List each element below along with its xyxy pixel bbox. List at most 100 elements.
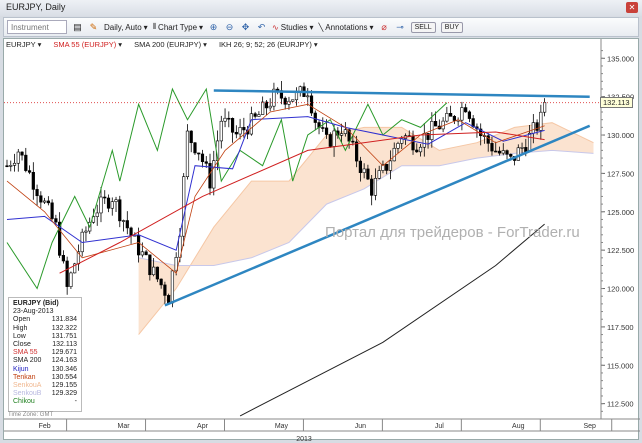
info-value: 131.751 <box>51 332 77 340</box>
chevron-down-icon: ▾ <box>143 22 148 32</box>
buy-button[interactable]: BUY <box>440 21 464 33</box>
candle-body <box>445 113 449 122</box>
chevron-down-icon[interactable]: ▾ <box>38 40 42 49</box>
draw-icon[interactable]: ✎ <box>88 22 99 33</box>
candle-body <box>110 201 114 209</box>
zoom-in-icon[interactable]: ⊕ <box>208 22 219 33</box>
candle-body <box>294 91 299 101</box>
indicator-2[interactable]: SMA 200 (EURJPY) <box>134 40 201 49</box>
chevron-down-icon[interactable]: ▾ <box>314 40 318 49</box>
x-tick-label: May <box>275 423 289 430</box>
candle-body <box>42 200 47 203</box>
y-tick-label: 112.500 <box>607 400 634 409</box>
candle-body <box>531 122 535 134</box>
info-value: 131.834 <box>51 316 77 324</box>
candle-body <box>449 113 453 117</box>
eraser-icon[interactable]: ⌀ <box>379 22 390 33</box>
candle-body <box>84 230 88 233</box>
line-icon: ╲ <box>318 22 324 32</box>
candle-body <box>351 140 355 143</box>
candle-body <box>520 147 524 149</box>
candle-body <box>12 162 17 166</box>
candle-body <box>467 111 472 119</box>
candle-body <box>415 149 419 153</box>
candle-body <box>223 117 227 122</box>
info-row: Chikou - <box>13 398 77 406</box>
candle-body <box>460 107 464 121</box>
info-value: 132.113 <box>52 341 77 349</box>
indicator-0[interactable]: EURJPY <box>6 40 36 49</box>
candle-body <box>103 196 107 199</box>
candle-body <box>114 199 118 202</box>
current-price-label: 132.113 <box>600 96 633 108</box>
candle-body <box>490 143 494 152</box>
window-title: EURJPY, Daily <box>6 2 66 12</box>
indicator-3[interactable]: IKH 26; 9; 52; 26 (EURJPY) <box>219 40 312 49</box>
candle-body <box>152 266 156 276</box>
candle-body <box>396 143 400 149</box>
candle-body <box>24 154 28 171</box>
sell-button[interactable]: SELL <box>410 21 436 33</box>
info-value: 129.671 <box>51 349 77 357</box>
candle-body <box>516 147 520 161</box>
instrument-lookup-icon[interactable]: ▤ <box>72 22 83 33</box>
candle-body <box>343 129 347 134</box>
candle-body <box>212 160 216 189</box>
candle-body <box>16 151 20 164</box>
pin-icon[interactable]: ⊸ <box>395 22 406 33</box>
candle-body <box>219 120 223 142</box>
y-tick-label: 130.000 <box>607 131 634 140</box>
info-value: 124.163 <box>51 357 77 365</box>
timezone-label: Time Zone: GMT <box>8 412 54 418</box>
close-icon[interactable]: ✕ <box>626 2 638 13</box>
zoom-out-icon[interactable]: ⊖ <box>224 22 235 33</box>
candle-body <box>50 202 54 219</box>
candle-body <box>61 255 65 262</box>
candle-body <box>283 97 287 105</box>
candle-body <box>501 150 505 154</box>
indicator-1[interactable]: SMA 55 (EURJPY) <box>53 40 116 49</box>
candle-body <box>27 170 32 173</box>
candle-body <box>411 135 415 151</box>
instrument-input[interactable] <box>7 20 67 34</box>
watermark: Портал для трейдеров - ForTrader.ru <box>325 224 580 241</box>
y-tick-label: 127.500 <box>607 169 634 178</box>
indicator-legend: EURJPY ▾ SMA 55 (EURJPY) ▾ SMA 200 (EURJPY… <box>6 40 318 49</box>
candle-body <box>95 212 99 217</box>
undo-icon[interactable]: ↶ <box>256 22 267 33</box>
chevron-down-icon: ▾ <box>369 22 374 32</box>
period-dropdown[interactable]: Daily, Auto ▾ <box>104 23 148 32</box>
candle-body <box>148 254 152 276</box>
candle-body <box>509 153 513 157</box>
resistance-trendline <box>213 89 590 98</box>
chevron-down-icon: ▾ <box>309 22 314 32</box>
candle-body <box>106 197 111 209</box>
candle-body <box>452 116 456 121</box>
candle-body <box>433 121 438 127</box>
candle-body <box>35 189 39 197</box>
candle-body <box>261 101 265 115</box>
candle-body <box>253 113 257 117</box>
candle-body <box>505 150 509 155</box>
chevron-down-icon[interactable]: ▾ <box>118 40 122 49</box>
candle-body <box>422 133 426 148</box>
candle-body <box>54 218 58 223</box>
info-value: 130.346 <box>51 365 77 373</box>
pan-icon[interactable]: ✥ <box>240 22 251 33</box>
studies-dropdown[interactable]: ∿ Studies ▾ <box>272 23 313 32</box>
year-label: 2013 <box>296 436 312 441</box>
annotations-dropdown[interactable]: ╲ Annotations ▾ <box>318 23 373 32</box>
candle-body <box>193 142 197 154</box>
studies-icon: ∿ <box>272 22 279 32</box>
candle-body <box>370 178 374 196</box>
candle-body <box>328 134 332 147</box>
candle-body <box>497 150 502 154</box>
info-key: Kijun <box>13 365 29 373</box>
info-value: 129.155 <box>51 382 77 390</box>
candle-body <box>355 141 359 162</box>
chart-type-dropdown[interactable]: ⫴ Chart Type ▾ <box>153 22 203 32</box>
candle-body <box>69 272 73 287</box>
candle-body <box>155 266 159 280</box>
chevron-down-icon[interactable]: ▾ <box>203 40 207 49</box>
candle-body <box>46 200 50 204</box>
